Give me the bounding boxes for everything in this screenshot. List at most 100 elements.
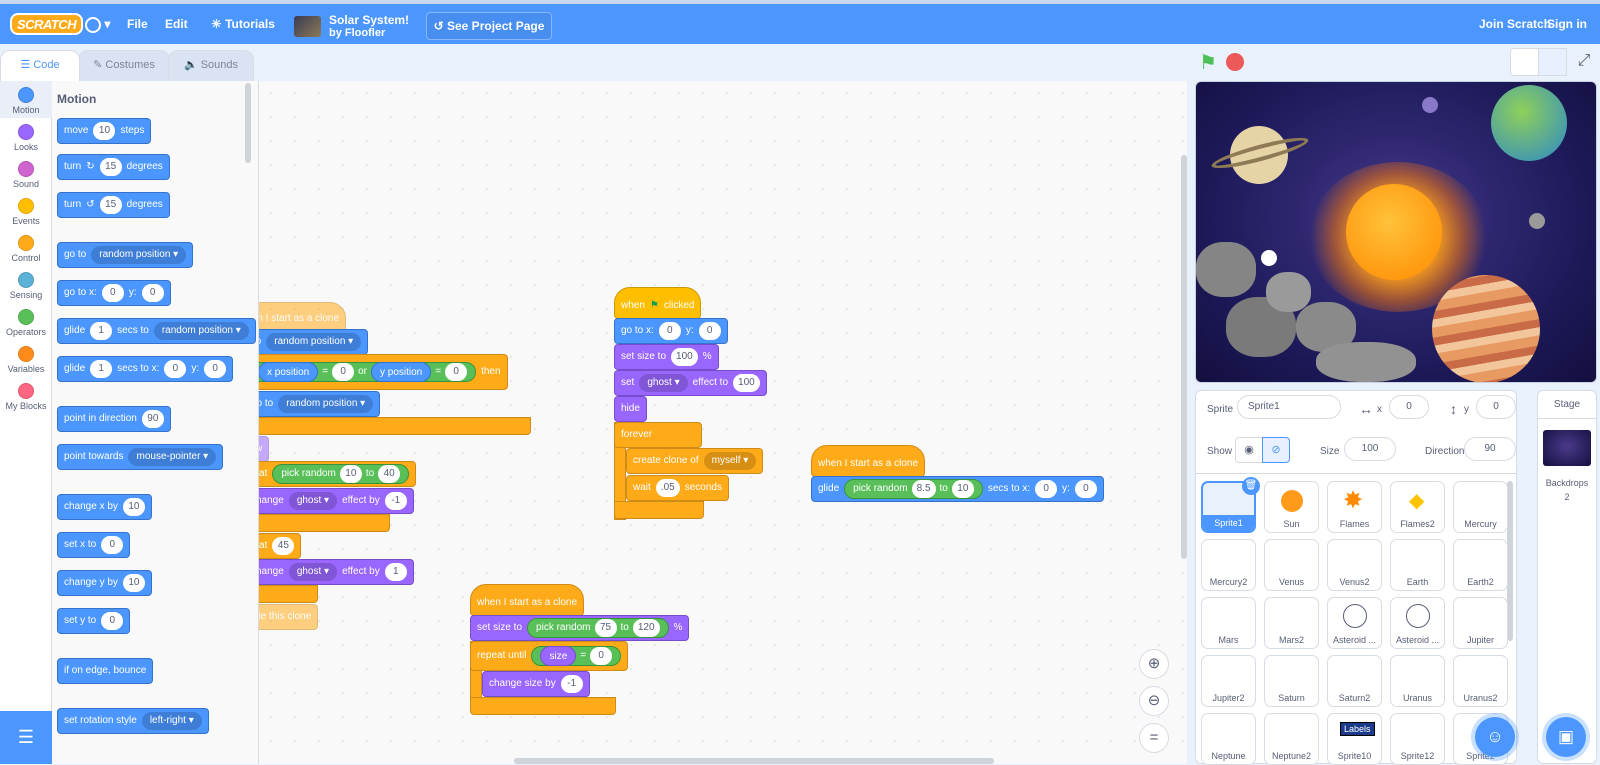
sprite-tile[interactable]: ✸ Flames	[1327, 481, 1382, 533]
sprite-tile[interactable]: Labels Sprite10	[1327, 713, 1382, 765]
sprite-tile[interactable]: Mercury2	[1201, 539, 1256, 591]
sprite-tile[interactable]: Earth	[1390, 539, 1445, 591]
sprite-tile[interactable]: Saturn	[1264, 655, 1319, 707]
block-point-towards[interactable]: point towards mouse-pointer	[57, 444, 224, 470]
script2-goto-xy[interactable]: go to x: 0 y: 0	[614, 318, 728, 344]
add-extension-button[interactable]: ☰	[0, 711, 52, 764]
block-move-steps[interactable]: move 10 steps	[57, 118, 152, 144]
script2-wait[interactable]: wait .05 seconds	[626, 475, 729, 501]
category-events[interactable]: Events	[0, 192, 52, 229]
block-turn-left[interactable]: turn ↺ 15 degrees	[57, 192, 170, 218]
small-stage-button[interactable]	[1510, 48, 1539, 76]
sprite-tile[interactable]: Sun	[1264, 481, 1319, 533]
show-hidden-button[interactable]: ⊘	[1262, 437, 1290, 463]
script1-goto[interactable]: go torandom position	[259, 329, 369, 355]
category-sensing[interactable]: Sensing	[0, 266, 52, 303]
block-set-y[interactable]: set y to 0	[57, 608, 131, 634]
fullscreen-button[interactable]: ⤢	[1570, 48, 1598, 76]
pick-random-reporter[interactable]: pick random 10 to 40	[272, 464, 410, 484]
script3-change-size[interactable]: change size by -1	[482, 671, 590, 697]
edit-menu[interactable]: Edit	[165, 4, 188, 44]
category-sound[interactable]: Sound	[0, 155, 52, 192]
sprite-tile[interactable]: Neptune	[1201, 713, 1256, 765]
script4-glide[interactable]: glide pick random 8.5 to 10 secs to x: 0 y: 0	[811, 476, 1104, 502]
sprite-tile[interactable]: ◆ Flames2	[1390, 481, 1445, 533]
block-rotation-style[interactable]: set rotation style left-right	[57, 708, 209, 734]
block-point-direction[interactable]: point in direction 90	[57, 406, 171, 432]
sprite-tile[interactable]: Mars	[1201, 597, 1256, 649]
sprite-tile[interactable]: Uranus	[1390, 655, 1445, 707]
tutorials-button[interactable]: ☀ Tutorials	[211, 4, 275, 44]
sprite-tile[interactable]: Venus2	[1327, 539, 1382, 591]
zoom-reset-button[interactable]: =	[1139, 723, 1169, 753]
workspace-horizontal-scrollbar[interactable]	[514, 758, 994, 764]
script1-repeat[interactable]: repeatpick random10to40	[259, 461, 417, 487]
equals-operator[interactable]: size = 0	[531, 646, 622, 666]
sprite-tile[interactable]: Sprite1 🗑	[1201, 477, 1260, 533]
script1-hat[interactable]: when I start as a clone	[259, 302, 347, 332]
script3-clone-hat[interactable]: when I start as a clone	[470, 584, 585, 616]
category-variables[interactable]: Variables	[0, 340, 52, 377]
category-looks[interactable]: Looks	[0, 118, 52, 155]
category-motion[interactable]: Motion	[0, 81, 52, 118]
sign-in-link[interactable]: Sign in	[1547, 4, 1587, 44]
tab-costumes[interactable]: ✎ Costumes	[78, 50, 170, 81]
category-operators[interactable]: Operators	[0, 303, 52, 340]
script2-hide[interactable]: hide	[614, 396, 647, 422]
script2-create-clone[interactable]: create clone of myself	[626, 448, 764, 474]
delete-icon[interactable]: 🗑	[1242, 477, 1260, 495]
script1-change-ghost-2[interactable]: changeghosteffect by1	[259, 559, 414, 585]
category-my-blocks[interactable]: My Blocks	[0, 377, 52, 414]
sprite-tile[interactable]: Jupiter2	[1201, 655, 1256, 707]
script1-inner-goto[interactable]: go torandom position	[259, 391, 381, 417]
direction-field[interactable]: 90	[1464, 437, 1516, 461]
script2-set-ghost[interactable]: setghosteffect to100	[614, 370, 767, 396]
block-go-to[interactable]: go to random position	[57, 242, 194, 268]
choose-backdrop-button[interactable]: ▣	[1546, 717, 1586, 757]
sprite-tile[interactable]: Neptune2	[1264, 713, 1319, 765]
see-project-page-button[interactable]: ↺ See Project Page	[426, 12, 552, 40]
scratch-logo[interactable]: SCRATCH	[10, 13, 84, 35]
palette-scrollbar[interactable]	[245, 83, 251, 163]
pick-random-reporter[interactable]: pick random 75 to 120	[527, 618, 669, 638]
block-set-x[interactable]: set x to 0	[57, 532, 131, 558]
sprite-tile[interactable]: Asteroid ...	[1327, 597, 1382, 649]
workspace-vertical-scrollbar[interactable]	[1181, 155, 1187, 559]
code-workspace[interactable]: when I start as a clone go torandom posi…	[259, 81, 1187, 764]
or-operator[interactable]: x position = 0 or y position = 0	[259, 362, 477, 382]
script3-repeat-until[interactable]: repeat until size = 0	[470, 641, 629, 671]
sprite-tile[interactable]: Mercury	[1453, 481, 1508, 533]
show-visible-button[interactable]: ◉	[1235, 437, 1263, 463]
block-glide-to-xy[interactable]: glide 1 secs to x: 0 y: 0	[57, 356, 234, 382]
size-field[interactable]: 100	[1344, 437, 1396, 461]
sprite-tile[interactable]: Uranus2	[1453, 655, 1508, 707]
language-menu[interactable]: ▾	[85, 4, 110, 44]
tab-code[interactable]: ☰ Code	[0, 50, 80, 81]
block-go-to-xy[interactable]: go to x: 0 y: 0	[57, 280, 171, 306]
x-field[interactable]: 0	[1389, 395, 1429, 419]
script2-set-size[interactable]: set size to 100%	[614, 344, 719, 370]
stage-canvas[interactable]	[1195, 81, 1597, 383]
sprite-tile[interactable]: Earth2	[1453, 539, 1508, 591]
project-title[interactable]: Solar System!	[329, 13, 409, 27]
script4-clone-hat[interactable]: when I start as a clone	[811, 445, 926, 477]
choose-sprite-button[interactable]: ☺	[1475, 717, 1515, 757]
stage-panel[interactable]: Stage Backdrops 2	[1537, 390, 1597, 764]
script2-green-flag-hat[interactable]: when ⚑ clicked	[614, 287, 702, 319]
sprite-tile[interactable]: Mars2	[1264, 597, 1319, 649]
large-stage-button[interactable]	[1538, 48, 1567, 76]
sprite-tile[interactable]: Saturn2	[1327, 655, 1382, 707]
block-turn-right[interactable]: turn ↻ 15 degrees	[57, 154, 170, 180]
block-change-x[interactable]: change x by 10	[57, 494, 152, 520]
sprite-tile[interactable]: Sprite12	[1390, 713, 1445, 765]
block-glide-to[interactable]: glide 1 secs to random position	[57, 318, 256, 344]
pick-random-reporter[interactable]: pick random 8.5 to 10	[844, 479, 983, 499]
green-flag-button[interactable]: ⚑	[1199, 50, 1217, 74]
sprite-tile[interactable]: Venus	[1264, 539, 1319, 591]
sprite-tile[interactable]: Jupiter	[1453, 597, 1508, 649]
block-change-y[interactable]: change y by 10	[57, 570, 152, 596]
script1-repeat-45[interactable]: repeat45	[259, 533, 302, 559]
script1-show[interactable]: show	[259, 436, 270, 462]
script1-delete-clone[interactable]: delete this clone	[259, 604, 319, 630]
script2-forever[interactable]: forever	[614, 422, 702, 448]
